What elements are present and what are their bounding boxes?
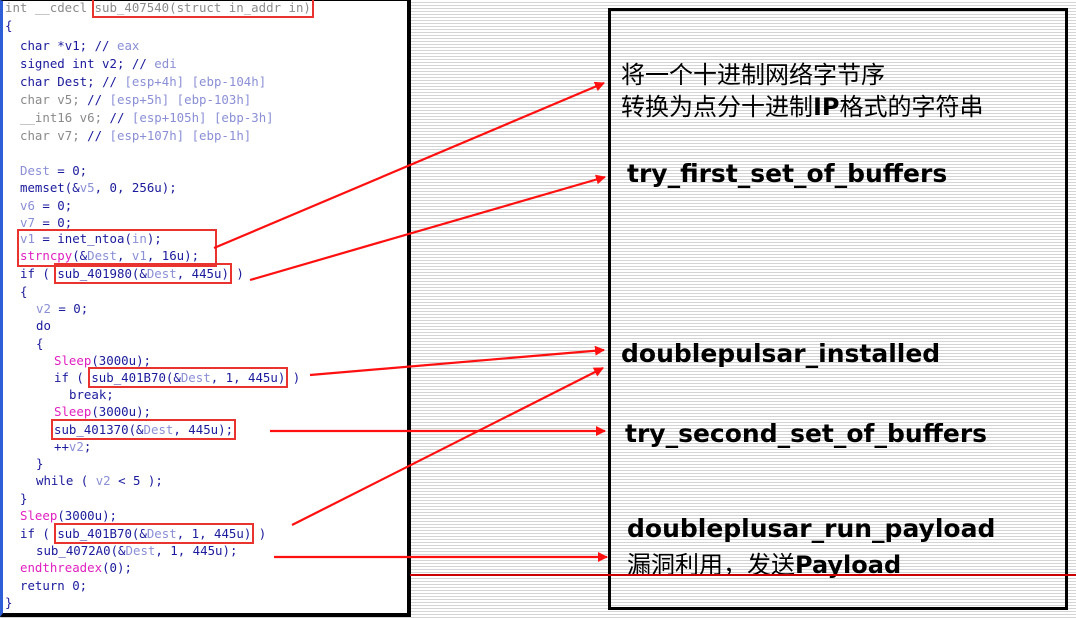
code-line: endthreadex(0); <box>20 560 132 575</box>
code-line: do <box>36 318 51 333</box>
code-line: if ( sub_401980(&Dest, 445u) ) <box>20 263 244 284</box>
sub-401370-highlight: sub_401370(&Dest, 445u); <box>50 419 237 440</box>
code-line: } <box>5 595 13 610</box>
code-line: memset(&v5, 0, 256u); <box>20 180 177 195</box>
doublepulsar-installed-label: doublepulsar_installed <box>621 339 941 368</box>
code-line: v6 = 0; <box>20 198 73 213</box>
code-line: { <box>36 336 44 351</box>
decompiled-code-panel: int __cdecl sub_407540(struct in_addr in… <box>0 0 411 617</box>
sub-401b70-loop-highlight: sub_401B70(&Dest, 1, 445u) <box>88 367 289 388</box>
code-line: } <box>20 491 28 506</box>
code-line: char v5; // [esp+5h] [ebp-103h] <box>20 92 252 107</box>
code-line: { <box>5 18 13 33</box>
code-line: v1 = inet_ntoa(in); <box>20 231 162 246</box>
inet-ntoa-description-line1: 将一个十进制网络字节序 <box>621 61 885 89</box>
code-line: } <box>36 456 44 471</box>
sub-401b70-final-highlight: sub_401B70(&Dest, 1, 445u) <box>54 523 255 544</box>
code-line: signed int v2; // edi <box>20 56 177 71</box>
code-line: v2 = 0; <box>36 301 89 316</box>
code-line: break; <box>69 387 114 402</box>
function-name-highlight: sub_407540(struct in_addr in) <box>91 0 314 18</box>
code-line: char Dest; // [esp+4h] [ebp-104h] <box>20 74 267 89</box>
code-line: ++v2; <box>54 439 92 454</box>
code-line: sub_401370(&Dest, 445u); <box>50 419 237 440</box>
code-line: Sleep(3000u); <box>54 353 151 368</box>
code-line: char *v1; // eax <box>20 38 140 53</box>
code-line: char v7; // [esp+107h] [ebp-1h] <box>20 128 252 143</box>
run-payload-label: doubleplusar_run_payload <box>627 514 996 543</box>
code-line: while ( v2 < 5 ); <box>36 473 163 488</box>
code-line: Sleep(3000u); <box>20 508 117 523</box>
code-line: __int16 v6; // [esp+105h] [ebp-3h] <box>20 110 274 125</box>
code-line: sub_4072A0(&Dest, 1, 445u); <box>36 543 238 558</box>
code-line: { <box>20 284 28 299</box>
code-line: Dest = 0; <box>20 163 88 178</box>
try-first-set-of-buffers-label: try_first_set_of_buffers <box>627 159 948 188</box>
code-line: if ( sub_401B70(&Dest, 1, 445u) ) <box>54 367 301 388</box>
run-payload-description: 漏洞利用，发送Payload <box>627 551 902 579</box>
code-line: strncpy(&Dest, v1, 16u); <box>20 248 200 263</box>
function-signature: int __cdecl sub_407540(struct in_addr in… <box>5 0 314 18</box>
inet-ntoa-description-line2: 转换为点分十进制IP格式的字符串 <box>621 93 984 121</box>
sub-401980-highlight: sub_401980(&Dest, 445u) <box>54 263 232 284</box>
description-panel: 将一个十进制网络字节序 转换为点分十进制IP格式的字符串 try_first_s… <box>608 8 1068 610</box>
code-line: Sleep(3000u); <box>54 404 151 419</box>
code-line: return 0; <box>20 578 88 593</box>
code-line: if ( sub_401B70(&Dest, 1, 445u) ) <box>20 523 267 544</box>
try-second-set-of-buffers-label: try_second_set_of_buffers <box>625 419 988 448</box>
